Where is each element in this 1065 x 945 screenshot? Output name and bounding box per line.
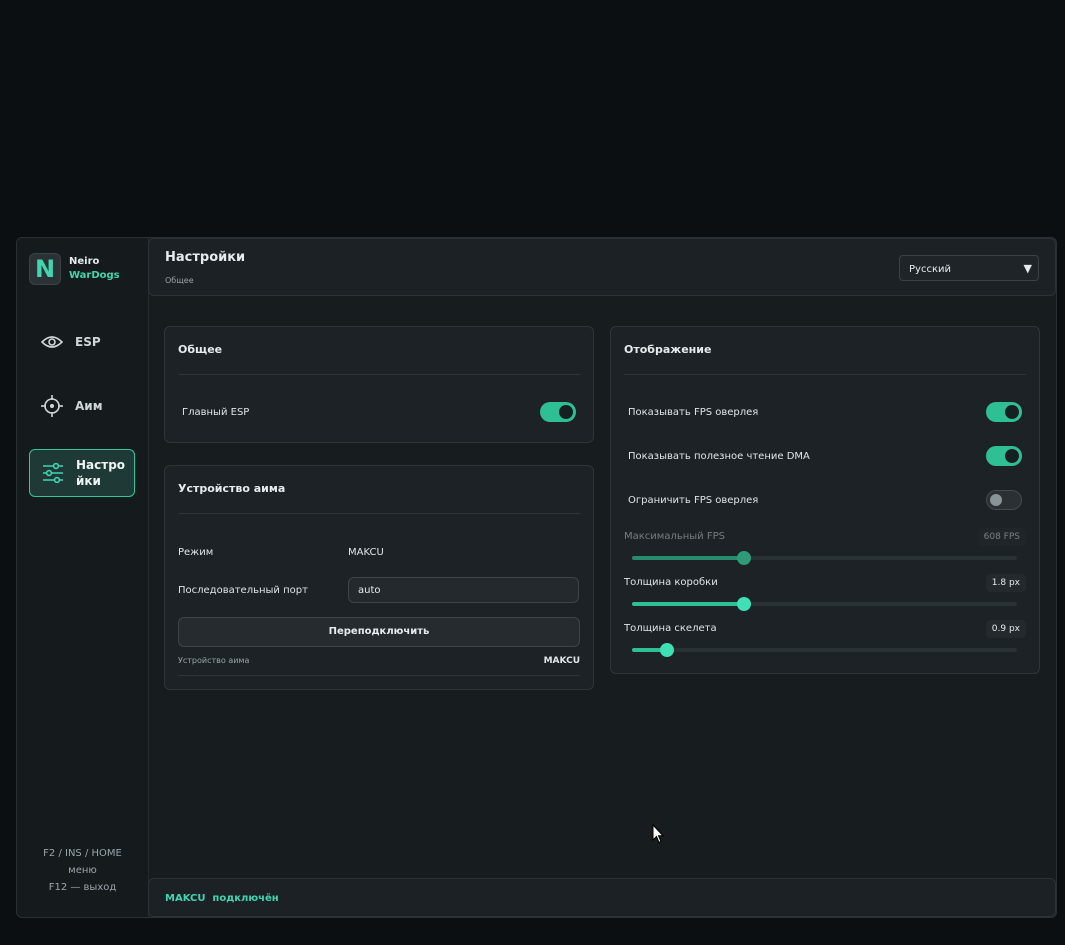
crosshair-icon: [41, 395, 63, 417]
divider: [178, 374, 580, 375]
main-esp-label: Главный ESP: [182, 407, 250, 418]
connection-status: MAKCU подключён: [165, 893, 279, 904]
divider: [178, 513, 580, 514]
sidebar-item-settings[interactable]: Настро йки: [29, 449, 135, 497]
page-title: Настройки: [165, 250, 246, 265]
divider: [178, 675, 580, 676]
box-thickness-value: 1.8 px: [985, 574, 1026, 592]
hotkey-hint: F2 / INS / HOME меню F12 — выход: [43, 848, 122, 893]
sidebar-item-esp[interactable]: ESP: [29, 319, 135, 365]
reconnect-button[interactable]: Переподключить: [178, 617, 580, 647]
dma-read-toggle[interactable]: [986, 446, 1022, 466]
skeleton-thickness-label: Толщина скелета: [624, 623, 717, 634]
divider: [624, 374, 1026, 375]
dma-read-label: Показывать полезное чтение DMA: [628, 451, 810, 462]
display-card: Отображение Показывать FPS оверлея Показ…: [610, 326, 1040, 674]
language-select[interactable]: Русский ▼: [899, 255, 1039, 281]
slider-handle[interactable]: [736, 551, 751, 565]
device-value: MAKCU: [543, 656, 580, 666]
brand-logo: N Neiro WarDogs: [29, 253, 120, 285]
page-header: Настройки Общее Русский ▼: [148, 238, 1056, 296]
slider-handle[interactable]: [659, 643, 674, 657]
card-title: Отображение: [624, 343, 712, 356]
skeleton-thickness-slider[interactable]: [632, 643, 1017, 657]
mode-label: Режим: [178, 547, 214, 558]
skeleton-thickness-value: 0.9 px: [985, 620, 1026, 638]
status-bar: MAKCU подключён: [148, 878, 1056, 917]
general-card: Общее Главный ESP: [164, 326, 594, 443]
card-title: Общее: [178, 343, 223, 356]
brand-subname: WarDogs: [69, 270, 120, 281]
aim-device-card: Устройство аима Режим MAKCU Последовател…: [164, 465, 594, 690]
max-fps-label: Максимальный FPS: [624, 531, 725, 542]
mouse-cursor-icon: [652, 824, 664, 844]
sidebar-item-label: ESP: [75, 335, 101, 349]
eye-icon: [41, 336, 63, 348]
card-title: Устройство аима: [178, 482, 286, 495]
port-label: Последовательный порт: [178, 585, 308, 596]
sidebar-item-label: Настро йки: [76, 458, 126, 488]
mode-value: MAKCU: [348, 547, 384, 558]
brand-name: Neiro: [69, 256, 100, 267]
box-thickness-label: Толщина коробки: [624, 577, 718, 588]
slider-handle[interactable]: [736, 597, 751, 611]
logo-icon: N: [29, 253, 61, 285]
breadcrumb: Общее: [165, 276, 194, 285]
app-window: N Neiro WarDogs ESP Аим Настро йки F2 / …: [16, 237, 1057, 918]
sidebar: N Neiro WarDogs ESP Аим Настро йки F2 / …: [17, 238, 149, 917]
max-fps-value: 608 FPS: [977, 528, 1026, 546]
chevron-down-icon: ▼: [1023, 262, 1032, 275]
main-esp-toggle[interactable]: [540, 402, 576, 422]
sidebar-item-label: Аим: [75, 399, 103, 413]
fps-overlay-label: Показывать FPS оверлея: [628, 407, 759, 418]
limit-fps-toggle[interactable]: [986, 490, 1022, 510]
max-fps-slider[interactable]: [632, 551, 1017, 565]
sliders-icon: [43, 463, 63, 483]
device-label: Устройство аима: [178, 656, 250, 665]
fps-overlay-toggle[interactable]: [986, 402, 1022, 422]
limit-fps-label: Ограничить FPS оверлея: [628, 495, 759, 506]
box-thickness-slider[interactable]: [632, 597, 1017, 611]
sidebar-item-aim[interactable]: Аим: [29, 383, 135, 429]
port-input[interactable]: auto: [348, 577, 579, 603]
